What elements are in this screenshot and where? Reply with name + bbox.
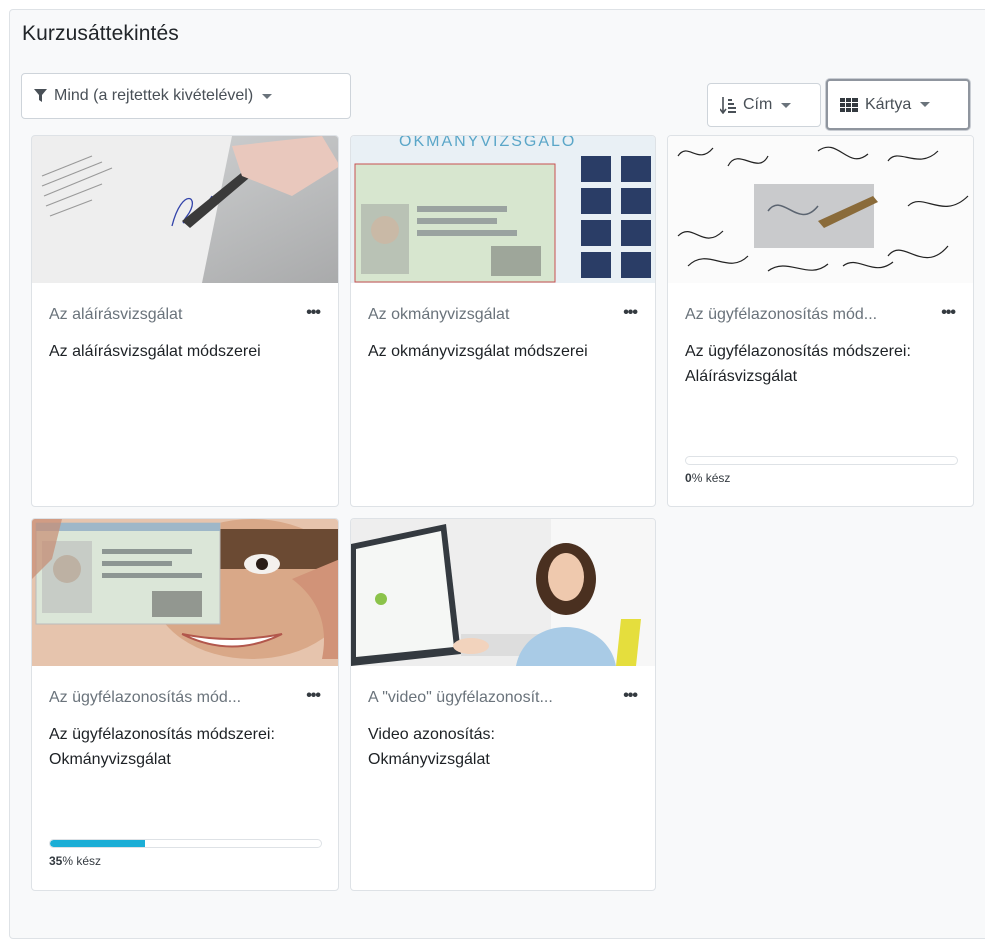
course-category: Az okmányvizsgálat [368,306,510,323]
course-card[interactable]: A "video" ügyfélazonosít... ••• Video az… [350,518,656,891]
course-category: Az ügyfélazonosítás mód... [49,689,242,706]
ellipsis-icon[interactable]: ••• [623,687,638,705]
ellipsis-icon[interactable]: ••• [623,304,638,322]
grid-icon [840,97,858,112]
signatures-pattern-photo[interactable] [668,136,973,283]
sort-dropdown[interactable]: Cím [707,83,821,127]
ellipsis-icon[interactable]: ••• [306,304,321,322]
ellipsis-icon[interactable]: ••• [941,304,956,322]
view-label: Kártya [865,95,912,113]
filter-label: Mind (a rejtettek kivételével) [54,87,254,104]
video-identification-photo[interactable] [351,519,655,666]
course-progress: 0% kész [685,456,958,485]
sort-label: Cím [743,96,773,113]
course-card[interactable]: Az aláírásvizsgálat ••• Az aláírásvizsgá… [31,135,339,507]
course-name-link[interactable]: Az ügyfélazonosítás módszerei: Okmányviz… [49,722,279,772]
grouping-filter-dropdown[interactable]: Mind (a rejtettek kivételével) [21,73,351,119]
id-card-analysis-photo[interactable]: OKMANYVIZSGALO [351,136,655,283]
chevron-down-icon [262,93,273,99]
image-heading-text: OKMANYVIZSGALO [399,136,576,150]
progress-bar [685,456,958,465]
signing-document-photo[interactable] [32,136,338,283]
woman-with-id-card-photo[interactable] [32,519,338,666]
progress-bar [49,839,322,848]
course-category: A "video" ügyfélazonosít... [368,689,553,706]
course-name-link[interactable]: Az aláírásvizsgálat módszerei [49,339,279,364]
course-category: Az aláírásvizsgálat [49,306,183,323]
progress-text: 35% kész [49,854,102,868]
ellipsis-icon[interactable]: ••• [306,687,321,705]
block-title: Kurzusáttekintés [22,22,179,45]
progress-fill [50,840,145,847]
course-name-link[interactable]: Video azonosítás: Okmányvizsgálat [368,722,598,772]
course-card[interactable]: OKMANYVIZSGALO Az okmányvizsgálat ••• Az… [350,135,656,507]
course-card[interactable]: Az ügyfélazonosítás mód... ••• Az ügyfél… [667,135,974,507]
chevron-down-icon [781,102,792,108]
chevron-down-icon [920,102,931,107]
filter-icon [34,89,47,103]
sort-amount-icon [720,96,736,114]
course-progress: 35% kész [49,839,322,868]
progress-text: 0% kész [685,471,731,485]
course-name-link[interactable]: Az ügyfélazonosítás módszerei: Aláírásvi… [685,339,915,389]
course-name-link[interactable]: Az okmányvizsgálat módszerei [368,339,598,364]
course-card[interactable]: Az ügyfélazonosítás mód... ••• Az ügyfél… [31,518,339,891]
course-category: Az ügyfélazonosítás mód... [685,306,878,323]
view-dropdown[interactable]: Kártya [826,79,970,130]
